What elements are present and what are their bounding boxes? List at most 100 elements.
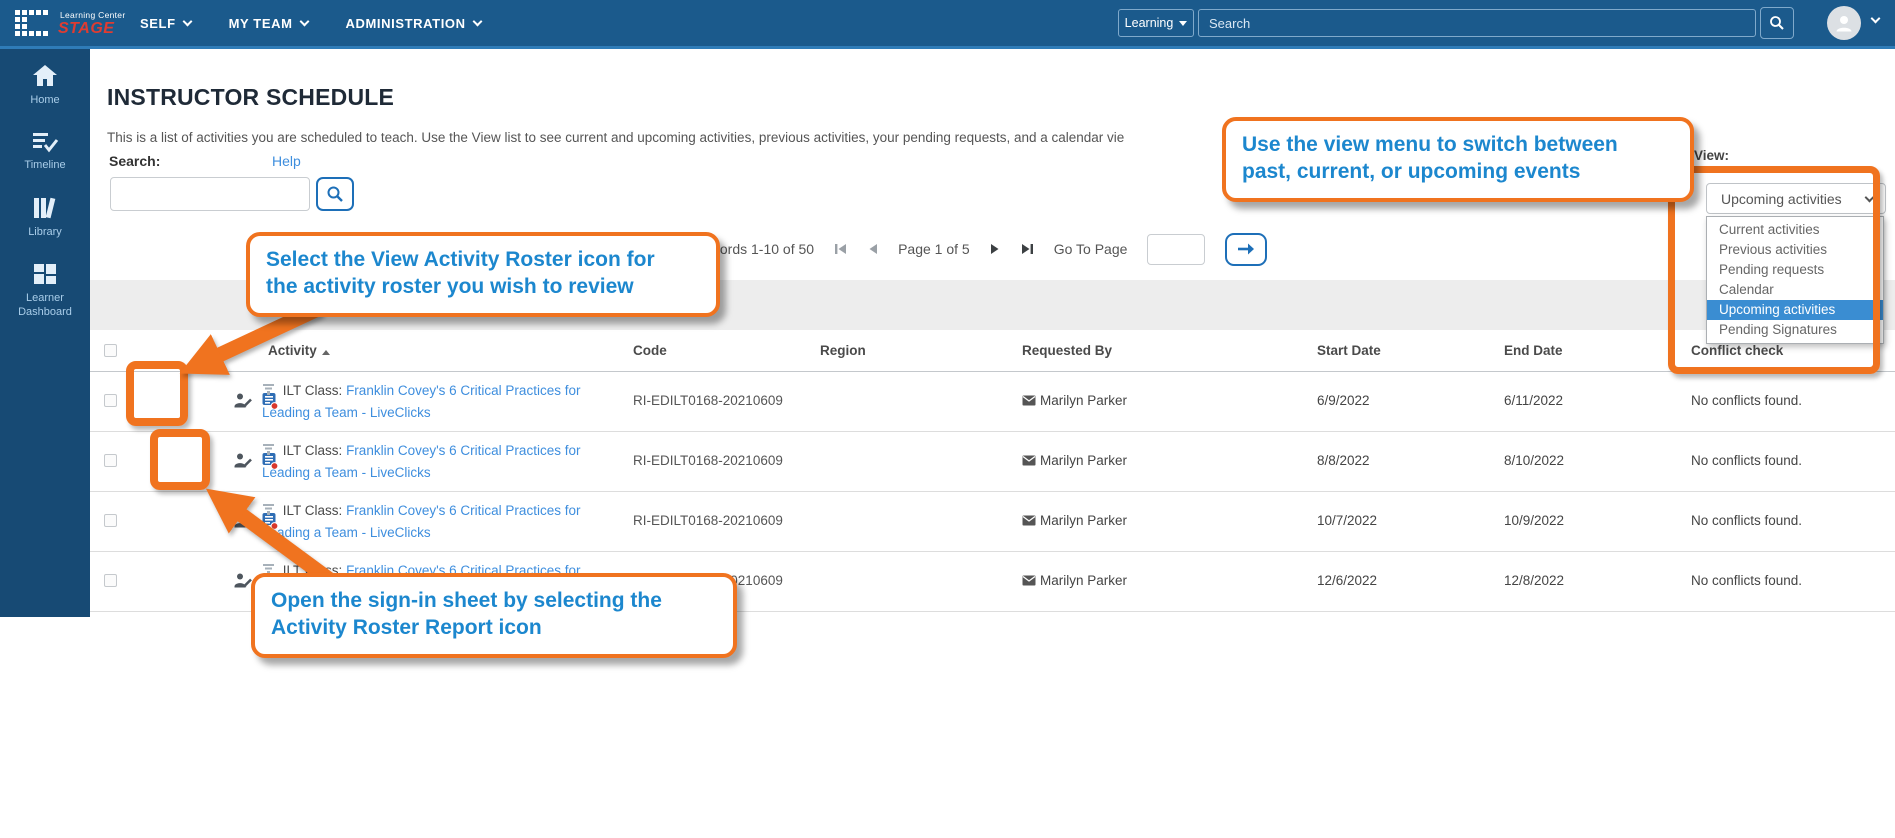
chevron-down-icon bbox=[1865, 192, 1875, 202]
library-books-icon bbox=[31, 195, 59, 221]
ilt-class-icon bbox=[262, 444, 279, 459]
view-option-previous-activities[interactable]: Previous activities bbox=[1707, 240, 1883, 260]
annotation-callout-view-menu: Use the view menu to switch between past… bbox=[1222, 117, 1694, 202]
view-activity-roster-icon[interactable] bbox=[233, 511, 253, 536]
view-select[interactable]: Upcoming activities bbox=[1706, 183, 1886, 214]
previous-page-button[interactable] bbox=[868, 243, 878, 255]
pagination-bar: Records 1-10 of 50 Page 1 of 5 Go To Pag… bbox=[695, 232, 1267, 266]
magnifier-icon bbox=[1769, 15, 1785, 31]
row-checkbox[interactable] bbox=[104, 514, 117, 527]
conflict-check-cell: No conflicts found. bbox=[1691, 453, 1802, 468]
view-option-current-activities[interactable]: Current activities bbox=[1707, 220, 1883, 240]
nav-administration[interactable]: ADMINISTRATION bbox=[346, 16, 481, 31]
view-menu: Current activities Previous activities P… bbox=[1706, 216, 1884, 344]
start-date-cell: 12/6/2022 bbox=[1317, 573, 1377, 588]
page-indicator: Page 1 of 5 bbox=[898, 241, 970, 257]
last-page-button[interactable] bbox=[1020, 243, 1034, 255]
annotation-callout-roster: Select the View Activity Roster icon for… bbox=[246, 232, 720, 317]
left-sidebar: Home Timeline Library Learner Dashboard bbox=[0, 49, 90, 617]
activity-cell: ILT Class: Franklin Covey's 6 Critical P… bbox=[262, 501, 627, 544]
previous-page-icon bbox=[868, 243, 878, 255]
view-option-upcoming-activities[interactable]: Upcoming activities bbox=[1707, 300, 1883, 320]
chevron-down-icon bbox=[472, 17, 482, 27]
schedule-search-input[interactable] bbox=[110, 177, 310, 211]
next-page-button[interactable] bbox=[990, 243, 1000, 255]
conflict-check-cell: No conflicts found. bbox=[1691, 393, 1802, 408]
row-checkbox[interactable] bbox=[104, 394, 117, 407]
activity-cell: ILT Class: Franklin Covey's 6 Critical P… bbox=[262, 381, 627, 424]
goto-page-button[interactable] bbox=[1225, 233, 1267, 266]
column-header-conflict-check: Conflict check bbox=[1691, 343, 1783, 358]
nav-self[interactable]: SELF bbox=[140, 16, 191, 31]
view-option-pending-requests[interactable]: Pending requests bbox=[1707, 260, 1883, 280]
end-date-cell: 6/11/2022 bbox=[1504, 393, 1563, 408]
global-search-button[interactable] bbox=[1760, 7, 1794, 39]
search-label: Search: bbox=[109, 153, 160, 169]
select-all-checkbox[interactable] bbox=[104, 344, 117, 357]
chevron-down-icon bbox=[182, 17, 192, 27]
chevron-down-icon bbox=[1179, 21, 1187, 26]
activity-cell: ILT Class: Franklin Covey's 6 Critical P… bbox=[262, 441, 627, 484]
page-title: INSTRUCTOR SCHEDULE bbox=[107, 84, 394, 111]
envelope-icon bbox=[1022, 575, 1036, 586]
code-cell: RI-EDILT0168-20210609 bbox=[633, 513, 783, 528]
code-cell: RI-EDILT0168-20210609 bbox=[633, 453, 783, 468]
requested-by-cell: Marilyn Parker bbox=[1022, 573, 1127, 588]
column-header-end-date[interactable]: End Date bbox=[1504, 343, 1563, 358]
avatar-chevron-icon[interactable] bbox=[1871, 14, 1881, 24]
envelope-icon bbox=[1022, 455, 1036, 466]
table-row: ILT Class: Franklin Covey's 6 Critical P… bbox=[90, 432, 1895, 492]
column-header-requested-by[interactable]: Requested By bbox=[1022, 343, 1112, 358]
logo-stage-text: STAGE bbox=[58, 20, 114, 38]
goto-page-input[interactable] bbox=[1147, 234, 1205, 265]
dashboard-grid-icon bbox=[31, 261, 59, 287]
end-date-cell: 8/10/2022 bbox=[1504, 453, 1564, 468]
conflict-check-cell: No conflicts found. bbox=[1691, 513, 1802, 528]
global-search-input[interactable] bbox=[1198, 9, 1756, 37]
envelope-icon bbox=[1022, 395, 1036, 406]
help-link[interactable]: Help bbox=[272, 153, 301, 169]
table-row: ILT Class: Franklin Covey's 6 Critical P… bbox=[90, 372, 1895, 432]
view-activity-roster-icon[interactable] bbox=[233, 571, 253, 596]
column-header-start-date[interactable]: Start Date bbox=[1317, 343, 1381, 358]
chevron-down-icon bbox=[299, 17, 309, 27]
user-avatar[interactable] bbox=[1827, 6, 1861, 40]
start-date-cell: 6/9/2022 bbox=[1317, 393, 1370, 408]
requested-by-cell: Marilyn Parker bbox=[1022, 453, 1127, 468]
sidebar-item-home[interactable]: Home bbox=[0, 63, 90, 108]
search-scope-dropdown[interactable]: Learning bbox=[1118, 9, 1194, 37]
next-page-icon bbox=[990, 243, 1000, 255]
university-logo-icon bbox=[14, 9, 54, 39]
last-page-icon bbox=[1020, 243, 1034, 255]
envelope-icon bbox=[1022, 515, 1036, 526]
nav-my-team[interactable]: MY TEAM bbox=[229, 16, 308, 31]
logo-learning-center-text: Learning Center bbox=[60, 10, 125, 20]
table-row: ILT Class: Franklin Covey's 6 Critical P… bbox=[90, 492, 1895, 552]
sidebar-item-timeline[interactable]: Timeline bbox=[0, 130, 90, 173]
start-date-cell: 8/8/2022 bbox=[1317, 453, 1370, 468]
view-label: View: bbox=[1694, 148, 1729, 163]
sidebar-item-library[interactable]: Library bbox=[0, 195, 90, 240]
sidebar-item-learner-dashboard[interactable]: Learner Dashboard bbox=[0, 261, 90, 320]
column-header-activity[interactable]: Activity bbox=[268, 343, 330, 358]
code-cell: RI-EDILT0168-20210609 bbox=[633, 393, 783, 408]
first-page-button[interactable] bbox=[834, 243, 848, 255]
row-checkbox[interactable] bbox=[104, 454, 117, 467]
view-option-pending-signatures[interactable]: Pending Signatures bbox=[1707, 320, 1883, 340]
requested-by-cell: Marilyn Parker bbox=[1022, 513, 1127, 528]
ilt-class-icon bbox=[262, 384, 279, 399]
view-activity-roster-icon[interactable] bbox=[233, 391, 253, 416]
column-header-region[interactable]: Region bbox=[820, 343, 866, 358]
requested-by-cell: Marilyn Parker bbox=[1022, 393, 1127, 408]
sort-ascending-icon bbox=[322, 350, 330, 355]
app-logo[interactable]: Learning Center STAGE bbox=[14, 7, 144, 41]
view-activity-roster-icon[interactable] bbox=[233, 451, 253, 476]
schedule-search-button[interactable] bbox=[316, 177, 354, 211]
column-header-code[interactable]: Code bbox=[633, 343, 667, 358]
row-checkbox[interactable] bbox=[104, 574, 117, 587]
timeline-icon bbox=[31, 130, 59, 154]
page-description: This is a list of activities you are sch… bbox=[107, 130, 1124, 145]
goto-page-label: Go To Page bbox=[1054, 241, 1128, 257]
view-option-calendar[interactable]: Calendar bbox=[1707, 280, 1883, 300]
top-navigation-bar: Learning Center STAGE SELF MY TEAM ADMIN… bbox=[0, 0, 1895, 49]
